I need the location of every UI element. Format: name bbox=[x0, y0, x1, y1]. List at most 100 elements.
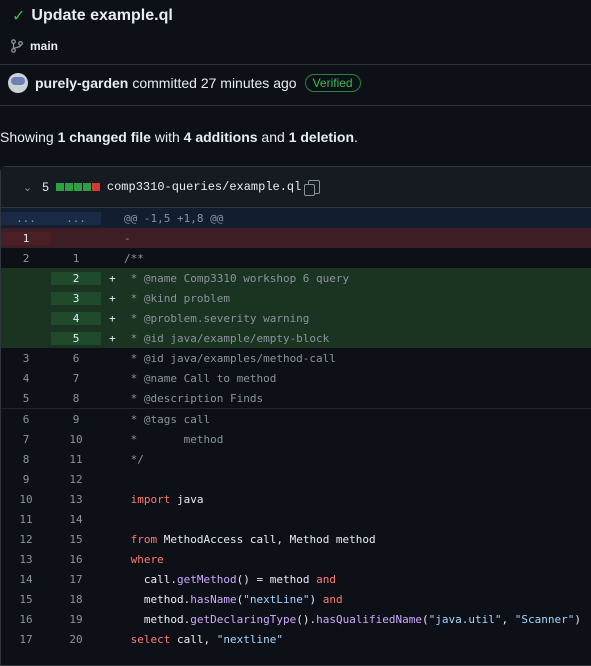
old-line-number[interactable]: 10 bbox=[1, 493, 51, 506]
old-line-number[interactable]: 12 bbox=[1, 533, 51, 546]
old-line-number[interactable]: 9 bbox=[1, 473, 51, 486]
old-line-number[interactable]: 8 bbox=[1, 453, 51, 466]
added-line: 5 + * @id java/example/empty-block bbox=[1, 328, 591, 348]
old-line-number[interactable]: 17 bbox=[1, 633, 51, 646]
summary-and: and bbox=[257, 129, 289, 145]
copy-icon[interactable] bbox=[304, 180, 321, 196]
branch-name[interactable]: main bbox=[30, 39, 58, 53]
added-line: 2 + * @name Comp3310 workshop 6 query bbox=[1, 268, 591, 288]
code-text: select call, "nextline" bbox=[130, 632, 283, 646]
code-text: method.getDeclaringType().hasQualifiedNa… bbox=[124, 612, 582, 626]
diff-marker: + bbox=[109, 311, 116, 325]
summary-files[interactable]: 1 changed file bbox=[58, 129, 151, 145]
code-text: from MethodAccess call, Method method bbox=[130, 532, 376, 546]
deleted-line: 1- bbox=[1, 228, 591, 248]
old-line-number[interactable]: 16 bbox=[1, 613, 51, 626]
new-line-number[interactable]: 12 bbox=[51, 473, 101, 486]
git-branch-icon bbox=[11, 39, 23, 53]
code-text: * @id java/examples/method-call bbox=[124, 351, 336, 365]
diff-marker: + bbox=[109, 331, 116, 345]
added-line: 4 + * @problem.severity warning bbox=[1, 308, 591, 328]
new-line-number[interactable]: 3 bbox=[51, 291, 101, 305]
new-line-number[interactable]: 5 bbox=[51, 331, 101, 345]
summary-additions: 4 additions bbox=[183, 129, 258, 145]
old-line-number[interactable]: 6 bbox=[1, 413, 51, 426]
old-line-number[interactable]: 5 bbox=[1, 392, 51, 405]
verified-badge[interactable]: Verified bbox=[304, 74, 361, 92]
new-line-number[interactable]: 6 bbox=[51, 352, 101, 365]
context-line: 8 11 */ bbox=[1, 449, 591, 469]
new-line-number[interactable]: 7 bbox=[51, 372, 101, 385]
code-text: * @kind problem bbox=[124, 291, 230, 305]
summary-prefix: Showing bbox=[0, 129, 58, 145]
commit-author-row: purely-garden committed 27 minutes ago V… bbox=[8, 73, 361, 93]
commit-header: ✓ Update example.ql main purely-garden c… bbox=[0, 0, 591, 106]
context-line: 2 1 /** bbox=[1, 248, 591, 268]
new-line-number[interactable]: 8 bbox=[51, 392, 101, 405]
new-line-number[interactable]: 20 bbox=[51, 633, 101, 646]
code-text: * @id java/example/empty-block bbox=[124, 331, 330, 345]
new-line-number[interactable]: 4 bbox=[51, 311, 101, 325]
old-line-number[interactable]: 3 bbox=[1, 352, 51, 365]
context-line: 15 18 method.hasName("nextLine") and bbox=[1, 589, 591, 609]
old-line-number[interactable]: 13 bbox=[1, 553, 51, 566]
expand-new[interactable]: ... bbox=[51, 211, 101, 225]
commit-title-row: ✓ Update example.ql bbox=[12, 6, 173, 26]
context-line: 69 * @tags call bbox=[1, 408, 591, 429]
new-line-number[interactable]: 15 bbox=[51, 533, 101, 546]
summary-end: . bbox=[354, 129, 358, 145]
code-text: * method bbox=[124, 432, 224, 446]
context-line: 11 14 bbox=[1, 509, 591, 529]
author-link[interactable]: purely-garden bbox=[35, 75, 128, 91]
context-line: 47 * @name Call to method bbox=[1, 368, 591, 388]
diff-lines: ... ... @@ -1,5 +1,8 @@ 1-2 1/** 2 + * @nam… bbox=[1, 208, 591, 649]
file-name-link[interactable]: comp3310-queries/example.ql bbox=[107, 180, 301, 194]
old-line-number[interactable]: 4 bbox=[1, 372, 51, 385]
old-line-number[interactable]: 11 bbox=[1, 513, 51, 526]
old-line-number[interactable]: 2 bbox=[1, 252, 51, 265]
old-line-number[interactable]: 7 bbox=[1, 433, 51, 446]
new-line-number[interactable]: 18 bbox=[51, 593, 101, 606]
new-line-number[interactable]: 19 bbox=[51, 613, 101, 626]
diffstat-add-square bbox=[82, 183, 91, 191]
context-line: 16 19 method.getDeclaringType().hasQualif… bbox=[1, 609, 591, 629]
diffstat-del-square bbox=[91, 183, 100, 191]
new-line-number[interactable]: 13 bbox=[51, 493, 101, 506]
new-line-number[interactable]: 14 bbox=[51, 513, 101, 526]
avatar[interactable] bbox=[8, 73, 28, 93]
code-text: * @name Comp3310 workshop 6 query bbox=[124, 271, 350, 285]
new-line-number[interactable]: 10 bbox=[51, 433, 101, 446]
chevron-down-icon[interactable]: ⌄ bbox=[23, 181, 32, 194]
code-text: call.getMethod() = method and bbox=[124, 572, 336, 586]
code-text: /** bbox=[124, 251, 144, 265]
file-diff: ⌄ 5 comp3310-queries/example.ql ... ... … bbox=[0, 166, 591, 666]
new-line-number[interactable]: 11 bbox=[51, 453, 101, 466]
diffstat-add-square bbox=[55, 183, 64, 191]
new-line-number[interactable]: 17 bbox=[51, 573, 101, 586]
diff-summary: Showing 1 changed file with 4 additions … bbox=[0, 129, 358, 145]
new-line-number[interactable]: 2 bbox=[51, 271, 101, 285]
branch-label[interactable]: main bbox=[10, 39, 58, 53]
context-line: 10 13 import java bbox=[1, 489, 591, 509]
old-line-number[interactable]: 14 bbox=[1, 573, 51, 586]
context-line: 9 12 bbox=[1, 469, 591, 489]
diffstat-add-square bbox=[73, 183, 82, 191]
new-line-number[interactable]: 16 bbox=[51, 553, 101, 566]
summary-with: with bbox=[150, 129, 184, 145]
header-divider bbox=[0, 64, 591, 65]
change-count: 5 bbox=[42, 180, 49, 194]
code-text: import java bbox=[130, 492, 204, 506]
diff-marker: + bbox=[109, 291, 116, 305]
old-line-number[interactable]: 1 bbox=[1, 231, 51, 245]
code-text: * @problem.severity warning bbox=[124, 311, 310, 325]
code-text: */ bbox=[124, 452, 144, 466]
code-text: * @tags call bbox=[124, 412, 211, 426]
code-text: * @name Call to method bbox=[124, 371, 277, 385]
expand-old[interactable]: ... bbox=[1, 211, 51, 225]
context-line: 7 10 * method bbox=[1, 429, 591, 449]
new-line-number[interactable]: 9 bbox=[51, 413, 101, 426]
new-line-number[interactable]: 1 bbox=[51, 252, 101, 265]
diffstat-add-square bbox=[64, 183, 73, 191]
diff-marker: + bbox=[109, 271, 116, 285]
old-line-number[interactable]: 15 bbox=[1, 593, 51, 606]
